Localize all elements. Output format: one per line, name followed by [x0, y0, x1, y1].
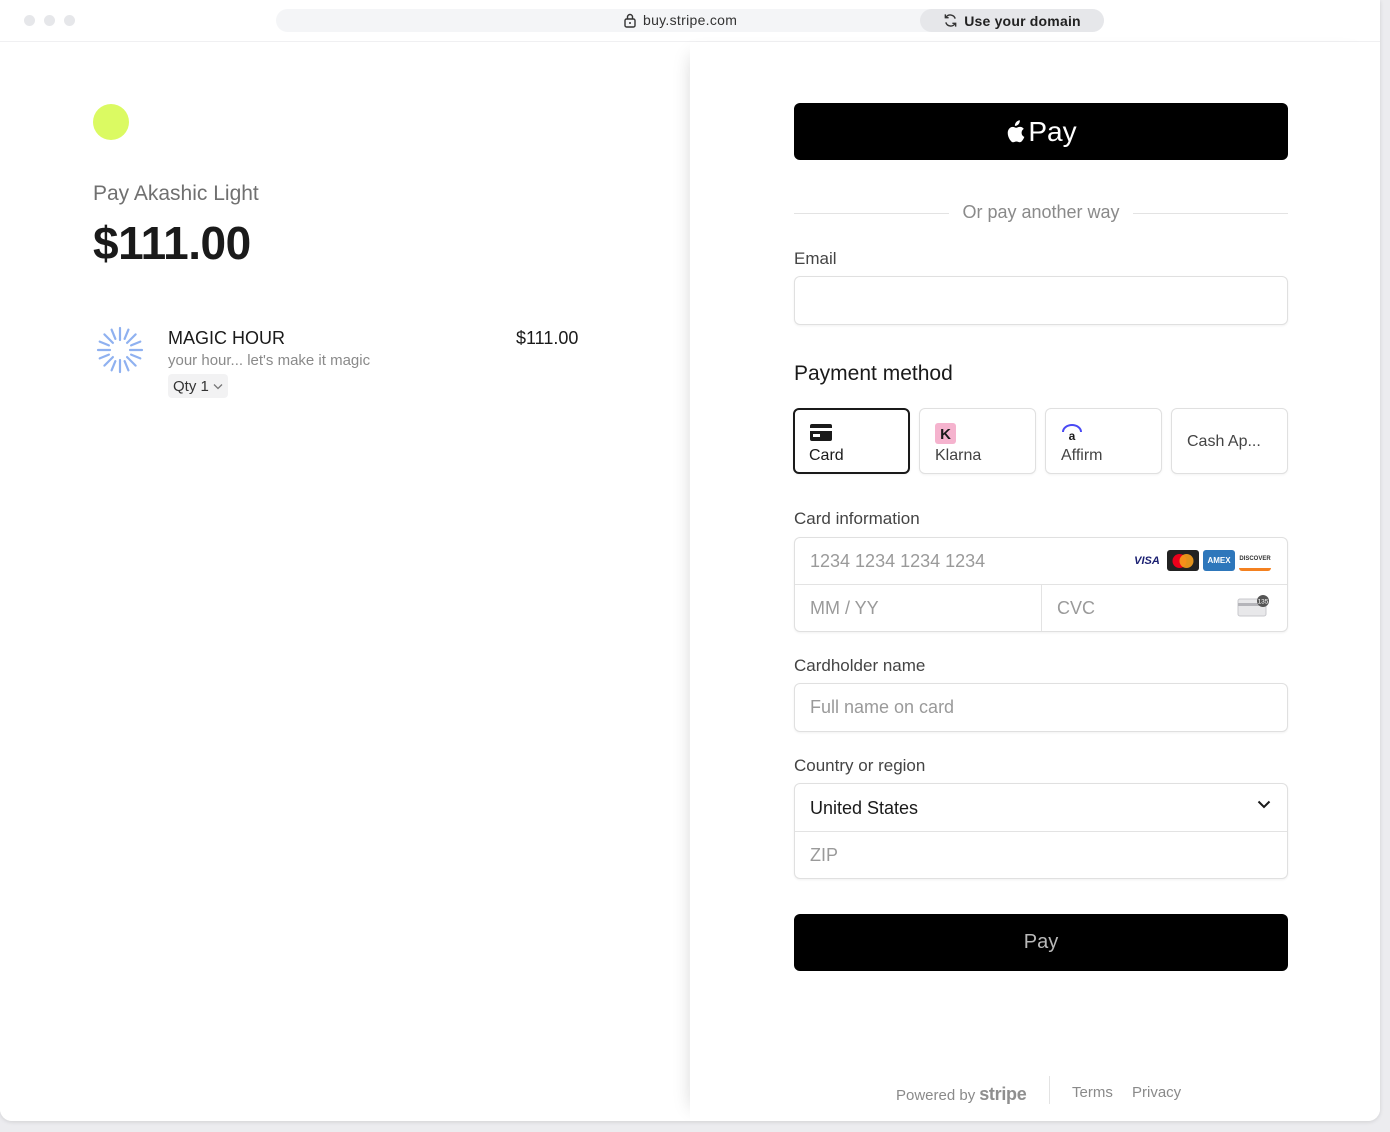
merchant-logo: [93, 104, 129, 140]
klarna-icon: K: [935, 423, 956, 444]
url-text: buy.stripe.com: [643, 12, 738, 28]
powered-by-text: Powered by: [896, 1087, 976, 1104]
refresh-icon: [944, 14, 957, 27]
affirm-icon: a: [1062, 424, 1082, 441]
payment-tab-card[interactable]: Card: [793, 408, 910, 474]
country-label: Country or region: [794, 756, 926, 775]
merchant-line: Pay Akashic Light: [93, 182, 259, 205]
email-label: Email: [794, 249, 837, 268]
pay-another-way-divider: Or pay another way: [794, 202, 1288, 224]
country-zip-group: United States: [794, 783, 1288, 879]
use-your-domain-button[interactable]: Use your domain: [920, 9, 1104, 32]
chevron-down-icon: [1257, 800, 1271, 809]
browser-window: buy.stripe.com Use your domain Pay Akash…: [0, 0, 1380, 1121]
window-close-dot[interactable]: [24, 15, 35, 26]
mastercard-icon: [1167, 550, 1199, 571]
credit-card-icon: [810, 424, 832, 441]
item-name: MAGIC HOUR: [168, 328, 285, 348]
card-information-group: VISA AMEX DISCOVER 135: [794, 537, 1288, 632]
country-value: United States: [810, 798, 919, 818]
card-information-label: Card information: [794, 509, 920, 528]
payment-method-title: Payment method: [794, 362, 953, 385]
browser-toolbar: buy.stripe.com Use your domain: [0, 0, 1380, 42]
card-brand-logos: VISA AMEX DISCOVER: [1131, 550, 1271, 571]
cvc-card-icon: 135: [1237, 595, 1269, 617]
payment-tab-label: Cash Ap...: [1187, 433, 1261, 450]
payment-tab-label: Affirm: [1061, 447, 1103, 464]
total-amount: $111.00: [93, 217, 251, 269]
apple-logo-icon: [1008, 119, 1025, 142]
powered-by-stripe[interactable]: Powered by stripe: [896, 1084, 1027, 1105]
chevron-down-icon: [213, 383, 223, 389]
svg-text:K: K: [940, 426, 951, 443]
cardholder-label: Cardholder name: [794, 656, 926, 675]
payment-tab-affirm[interactable]: a Affirm: [1045, 408, 1162, 474]
cvc-hint-digits: 135: [1258, 599, 1269, 606]
payment-tab-cash-app[interactable]: Cash Ap...: [1171, 408, 1288, 474]
lock-icon: [624, 13, 636, 28]
discover-icon: DISCOVER: [1239, 550, 1271, 571]
apple-pay-label: Pay: [1028, 115, 1077, 147]
stripe-logo: stripe: [979, 1084, 1027, 1104]
payment-tab-label: Card: [809, 447, 844, 464]
amex-icon: AMEX: [1203, 550, 1235, 571]
cardholder-name-input[interactable]: [795, 684, 1287, 731]
item-price: $111.00: [516, 328, 579, 348]
svg-text:a: a: [1069, 429, 1076, 441]
footer: Powered by stripe Terms Privacy: [690, 1076, 1380, 1106]
zip-input[interactable]: [795, 832, 1287, 878]
window-minimize-dot[interactable]: [44, 15, 55, 26]
email-field[interactable]: [795, 277, 1287, 324]
address-bar[interactable]: buy.stripe.com Use your domain: [276, 9, 1104, 32]
quantity-label: Qty 1: [173, 377, 209, 395]
pay-button[interactable]: Pay: [794, 914, 1288, 971]
window-zoom-dot[interactable]: [64, 15, 75, 26]
terms-link[interactable]: Terms: [1072, 1084, 1113, 1101]
expiry-input[interactable]: [795, 585, 1041, 631]
cardholder-field-wrapper: [794, 683, 1288, 732]
order-summary-panel: Pay Akashic Light $111.00 MAGIC HOUR you…: [0, 42, 690, 1121]
sparkle-burst-icon: [96, 326, 144, 374]
payment-tab-klarna[interactable]: K Klarna: [919, 408, 1036, 474]
use-your-domain-label: Use your domain: [964, 12, 1081, 29]
email-field-wrapper: [794, 276, 1288, 325]
apple-pay-button[interactable]: Pay: [794, 103, 1288, 160]
payment-tab-label: Klarna: [935, 447, 982, 464]
quantity-selector[interactable]: Qty 1: [168, 374, 228, 398]
privacy-link[interactable]: Privacy: [1132, 1084, 1181, 1101]
item-description: your hour... let's make it magic: [168, 352, 371, 369]
payment-panel: Pay Or pay another way Email Payment met…: [690, 42, 1380, 1121]
url-display[interactable]: buy.stripe.com: [624, 12, 737, 28]
visa-icon: VISA: [1131, 550, 1163, 571]
country-select[interactable]: United States: [795, 784, 1287, 831]
